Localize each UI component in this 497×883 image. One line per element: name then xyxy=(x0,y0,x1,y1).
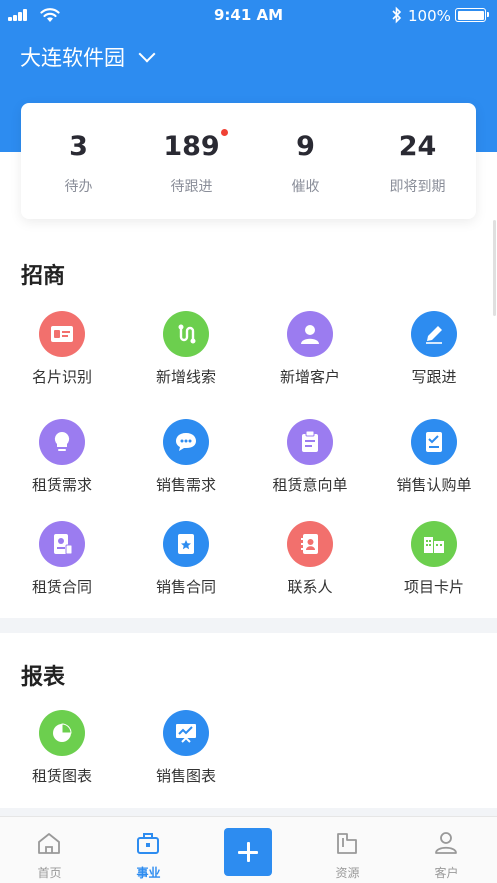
bluetooth-icon xyxy=(392,6,402,24)
stat-value: 3 xyxy=(69,131,88,162)
add-lead-button[interactable]: 新增线索 xyxy=(124,311,248,391)
lease-intent-button[interactable]: 租赁意向单 xyxy=(248,419,372,499)
grid-item-label: 新增线索 xyxy=(155,368,216,386)
id-card-icon xyxy=(39,311,85,357)
chat-bubble-icon xyxy=(163,419,209,465)
lightbulb-icon xyxy=(39,419,85,465)
grid-item-label: 租赁图表 xyxy=(31,767,92,785)
sales-demand-button[interactable]: 销售需求 xyxy=(124,419,248,499)
stat-label: 即将到期 xyxy=(389,179,446,195)
lease-contract-button[interactable]: 租赁合同 xyxy=(0,521,124,601)
resource-icon xyxy=(337,833,357,854)
lease-chart-button[interactable]: 租赁图表 xyxy=(0,710,124,790)
tab-label: 资源 xyxy=(335,866,360,880)
contacts-button[interactable]: 联系人 xyxy=(248,521,372,601)
section-title-reports: 报表 xyxy=(21,665,66,690)
pencil-icon xyxy=(411,311,457,357)
card-scan-button[interactable]: 名片识别 xyxy=(0,311,124,391)
battery-icon xyxy=(455,8,489,22)
write-follow-up-button[interactable]: 写跟进 xyxy=(372,311,496,391)
add-customer-icon xyxy=(287,311,333,357)
grid-item-label: 项目卡片 xyxy=(403,578,464,596)
status-bar: 9:41 AM 100% xyxy=(0,0,497,32)
tab-customers[interactable]: 客户 xyxy=(397,817,496,883)
stat-follow-up[interactable]: 189 待跟进 xyxy=(135,103,248,219)
star-document-icon xyxy=(163,521,209,567)
pie-chart-icon xyxy=(39,710,85,756)
grid-item-label: 租赁需求 xyxy=(31,476,92,494)
building-icon xyxy=(411,521,457,567)
chevron-down-icon xyxy=(138,45,156,63)
stat-label: 待办 xyxy=(64,179,93,195)
stat-value: 24 xyxy=(398,131,437,162)
lease-demand-button[interactable]: 租赁需求 xyxy=(0,419,124,499)
grid-item-label: 新增客户 xyxy=(279,368,340,386)
location-selector[interactable]: 大连软件园 xyxy=(20,42,156,72)
stat-todo[interactable]: 3 待办 xyxy=(22,103,135,219)
tab-business[interactable]: 事业 xyxy=(99,817,198,883)
bottom-tab-bar: 首页 事业 资源 客户 xyxy=(0,816,497,883)
section-title-investment: 招商 xyxy=(21,264,66,289)
grid-item-label: 销售合同 xyxy=(155,578,216,596)
stat-value: 9 xyxy=(296,131,315,162)
stat-label: 催收 xyxy=(291,179,320,195)
grid-item-label: 销售图表 xyxy=(155,767,216,785)
location-label: 大连软件园 xyxy=(20,46,125,70)
stat-label: 待跟进 xyxy=(170,179,213,195)
checklist-icon xyxy=(411,419,457,465)
grid-item-label: 租赁意向单 xyxy=(272,476,348,494)
tab-resources[interactable]: 资源 xyxy=(298,817,397,883)
presentation-chart-icon xyxy=(163,710,209,756)
stat-expiring[interactable]: 24 即将到期 xyxy=(361,103,474,219)
add-button[interactable] xyxy=(224,828,272,876)
tab-home[interactable]: 首页 xyxy=(0,817,99,883)
grid-item-label: 联系人 xyxy=(287,578,333,596)
grid-item-label: 名片识别 xyxy=(31,368,92,386)
sales-chart-button[interactable]: 销售图表 xyxy=(124,710,248,790)
scrollbar[interactable] xyxy=(493,220,496,316)
grid-item-label: 销售需求 xyxy=(155,476,216,494)
tab-label: 首页 xyxy=(37,866,62,880)
stat-collection[interactable]: 9 催收 xyxy=(249,103,362,219)
tab-label: 事业 xyxy=(136,866,161,880)
sales-subscription-button[interactable]: 销售认购单 xyxy=(372,419,496,499)
stat-value: 189 xyxy=(163,131,220,162)
stats-card: 3 待办 189 待跟进 9 催收 24 即将到期 xyxy=(21,103,476,219)
grid-item-label: 销售认购单 xyxy=(396,476,472,494)
contract-icon xyxy=(39,521,85,567)
tab-label: 客户 xyxy=(434,866,459,880)
grid-item-label: 租赁合同 xyxy=(31,578,92,596)
project-card-button[interactable]: 项目卡片 xyxy=(372,521,496,601)
add-customer-button[interactable]: 新增客户 xyxy=(248,311,372,391)
grid-item-label: 写跟进 xyxy=(411,368,457,386)
sales-contract-button[interactable]: 销售合同 xyxy=(124,521,248,601)
battery-percent: 100% xyxy=(408,7,451,25)
home-icon xyxy=(38,833,60,854)
briefcase-icon xyxy=(137,833,159,854)
clipboard-icon xyxy=(287,419,333,465)
notification-badge xyxy=(221,129,228,136)
route-icon xyxy=(163,311,209,357)
person-icon xyxy=(435,832,457,854)
contact-book-icon xyxy=(287,521,333,567)
